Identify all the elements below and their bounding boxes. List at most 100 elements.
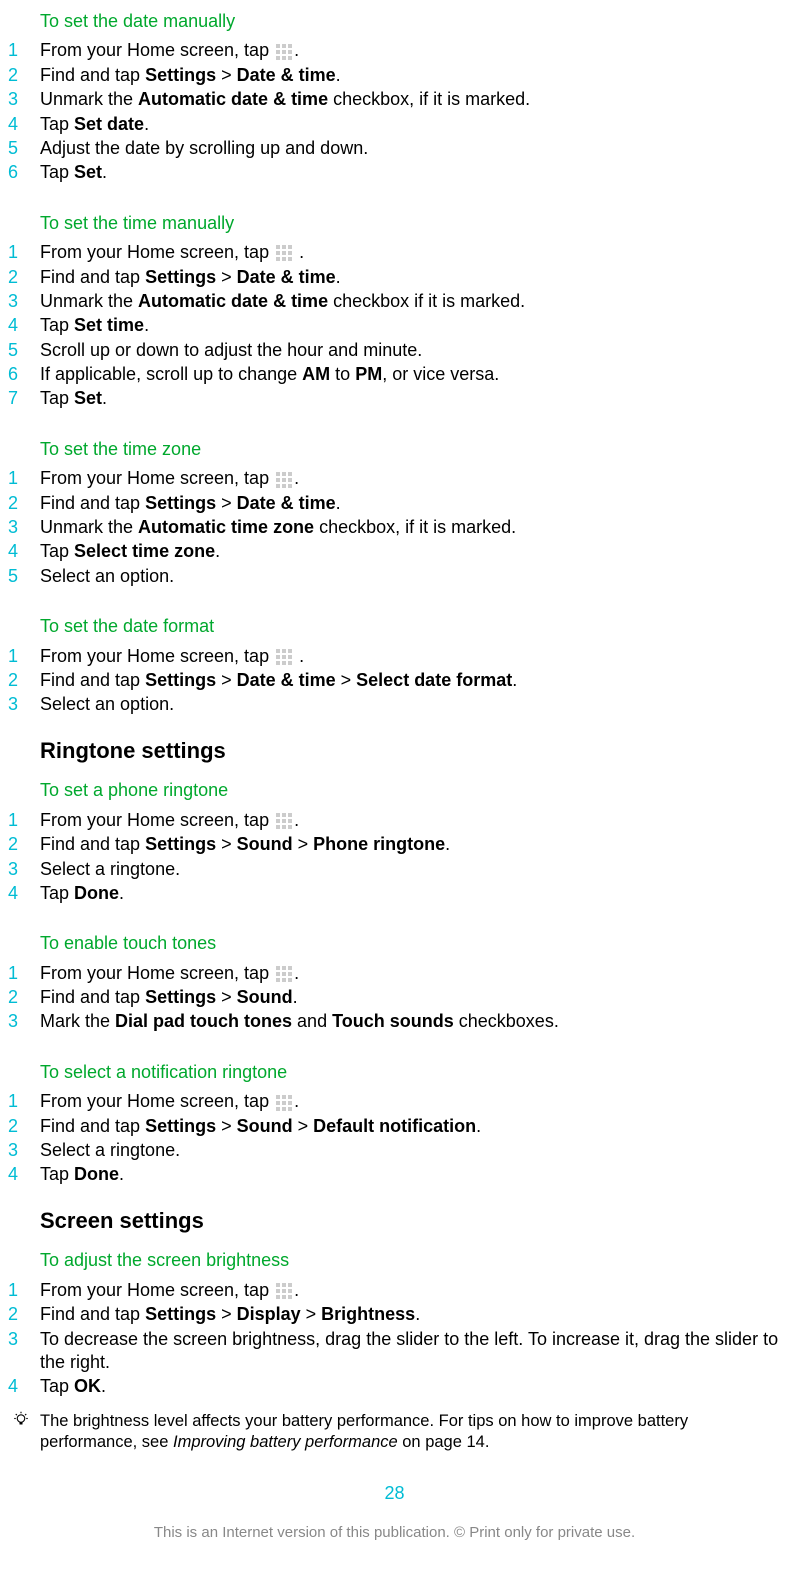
- step-row: 3Unmark the Automatic date & time checkb…: [8, 290, 789, 313]
- step-number: 3: [8, 1328, 40, 1351]
- step-text: From your Home screen, tap .: [40, 241, 789, 264]
- step-text: Select an option.: [40, 565, 789, 588]
- section-title: To enable touch tones: [40, 932, 789, 955]
- step-number: 2: [8, 1303, 40, 1326]
- step-row: 6If applicable, scroll up to change AM t…: [8, 363, 789, 386]
- bold-text: Date & time: [237, 267, 336, 287]
- step-text: From your Home screen, tap .: [40, 645, 789, 668]
- bold-text: Settings: [145, 65, 216, 85]
- step-number: 1: [8, 1279, 40, 1302]
- bold-text: OK: [74, 1376, 101, 1396]
- step-row: 1From your Home screen, tap .: [8, 241, 789, 264]
- step-row: 4Tap OK.: [8, 1375, 789, 1398]
- step-number: 5: [8, 339, 40, 362]
- step-text: Find and tap Settings > Sound > Phone ri…: [40, 833, 789, 856]
- bold-text: Automatic date & time: [138, 291, 328, 311]
- bold-text: Date & time: [237, 65, 336, 85]
- step-row: 3Mark the Dial pad touch tones and Touch…: [8, 1010, 789, 1033]
- step-number: 1: [8, 241, 40, 264]
- step-row: 4Tap Done.: [8, 882, 789, 905]
- app-grid-icon: [274, 963, 294, 983]
- step-number: 3: [8, 290, 40, 313]
- bold-text: Default notification: [313, 1116, 476, 1136]
- step-row: 3To decrease the screen brightness, drag…: [8, 1328, 789, 1375]
- section-title: To adjust the screen brightness: [40, 1249, 789, 1272]
- step-row: 7Tap Set.: [8, 387, 789, 410]
- step-text: Find and tap Settings > Date & time.: [40, 64, 789, 87]
- step-text: From your Home screen, tap .: [40, 1279, 789, 1302]
- step-text: Find and tap Settings > Date & time.: [40, 266, 789, 289]
- bold-text: Settings: [145, 670, 216, 690]
- bold-text: Settings: [145, 1116, 216, 1136]
- step-text: Unmark the Automatic date & time checkbo…: [40, 88, 789, 111]
- app-grid-icon: [274, 242, 294, 262]
- step-text: If applicable, scroll up to change AM to…: [40, 363, 789, 386]
- step-row: 5Scroll up or down to adjust the hour an…: [8, 339, 789, 362]
- step-row: 1From your Home screen, tap .: [8, 962, 789, 985]
- step-row: 5Select an option.: [8, 565, 789, 588]
- step-text: Tap Set time.: [40, 314, 789, 337]
- step-number: 2: [8, 266, 40, 289]
- bold-text: Dial pad touch tones: [115, 1011, 292, 1031]
- bold-text: Set: [74, 388, 102, 408]
- step-number: 5: [8, 137, 40, 160]
- bold-text: Display: [237, 1304, 301, 1324]
- step-row: 2Find and tap Settings > Sound.: [8, 986, 789, 1009]
- step-text: From your Home screen, tap .: [40, 467, 789, 490]
- step-text: Tap Set.: [40, 387, 789, 410]
- step-row: 3Select a ringtone.: [8, 858, 789, 881]
- step-row: 1From your Home screen, tap .: [8, 39, 789, 62]
- step-row: 2Find and tap Settings > Date & time.: [8, 492, 789, 515]
- bold-text: Settings: [145, 834, 216, 854]
- step-text: From your Home screen, tap .: [40, 962, 789, 985]
- step-row: 1From your Home screen, tap .: [8, 1279, 789, 1302]
- bold-text: Select time zone: [74, 541, 215, 561]
- step-text: Select a ringtone.: [40, 858, 789, 881]
- step-number: 4: [8, 1375, 40, 1398]
- step-number: 1: [8, 962, 40, 985]
- bold-text: AM: [302, 364, 330, 384]
- step-number: 1: [8, 467, 40, 490]
- bold-text: Settings: [145, 987, 216, 1007]
- step-row: 2Find and tap Settings > Sound > Default…: [8, 1115, 789, 1138]
- bold-text: Sound: [237, 1116, 293, 1136]
- bold-text: Done: [74, 1164, 119, 1184]
- step-text: Find and tap Settings > Display > Bright…: [40, 1303, 789, 1326]
- step-number: 3: [8, 693, 40, 716]
- step-row: 2Find and tap Settings > Date & time > S…: [8, 669, 789, 692]
- step-number: 1: [8, 645, 40, 668]
- step-row: 1From your Home screen, tap .: [8, 645, 789, 668]
- step-row: 1From your Home screen, tap .: [8, 467, 789, 490]
- step-row: 1From your Home screen, tap .: [8, 1090, 789, 1113]
- step-number: 5: [8, 565, 40, 588]
- step-row: 2Find and tap Settings > Display > Brigh…: [8, 1303, 789, 1326]
- heading-ringtone: Ringtone settings: [40, 737, 789, 766]
- app-grid-icon: [274, 810, 294, 830]
- bold-text: Set time: [74, 315, 144, 335]
- step-text: Tap Done.: [40, 1163, 789, 1186]
- bold-text: Phone ringtone: [313, 834, 445, 854]
- bold-text: Automatic date & time: [138, 89, 328, 109]
- section-title: To select a notification ringtone: [40, 1061, 789, 1084]
- step-row: 3Select a ringtone.: [8, 1139, 789, 1162]
- step-number: 4: [8, 113, 40, 136]
- step-text: Tap Done.: [40, 882, 789, 905]
- bold-text: Brightness: [321, 1304, 415, 1324]
- app-grid-icon: [274, 646, 294, 666]
- step-row: 3Select an option.: [8, 693, 789, 716]
- bold-text: Settings: [145, 267, 216, 287]
- main-container: To set the date manually1From your Home …: [0, 10, 789, 1454]
- step-number: 4: [8, 1163, 40, 1186]
- page-number: 28: [0, 1482, 789, 1505]
- section-title: To set the time manually: [40, 212, 789, 235]
- step-number: 7: [8, 387, 40, 410]
- step-number: 6: [8, 161, 40, 184]
- section-title: To set the date manually: [40, 10, 789, 33]
- tip-text: The brightness level affects your batter…: [40, 1411, 789, 1454]
- step-text: Tap Select time zone.: [40, 540, 789, 563]
- tip-row: The brightness level affects your batter…: [12, 1411, 789, 1454]
- bold-text: Date & time: [237, 493, 336, 513]
- step-row: 4Tap Set date.: [8, 113, 789, 136]
- step-number: 3: [8, 1010, 40, 1033]
- step-row: 3Unmark the Automatic date & time checkb…: [8, 88, 789, 111]
